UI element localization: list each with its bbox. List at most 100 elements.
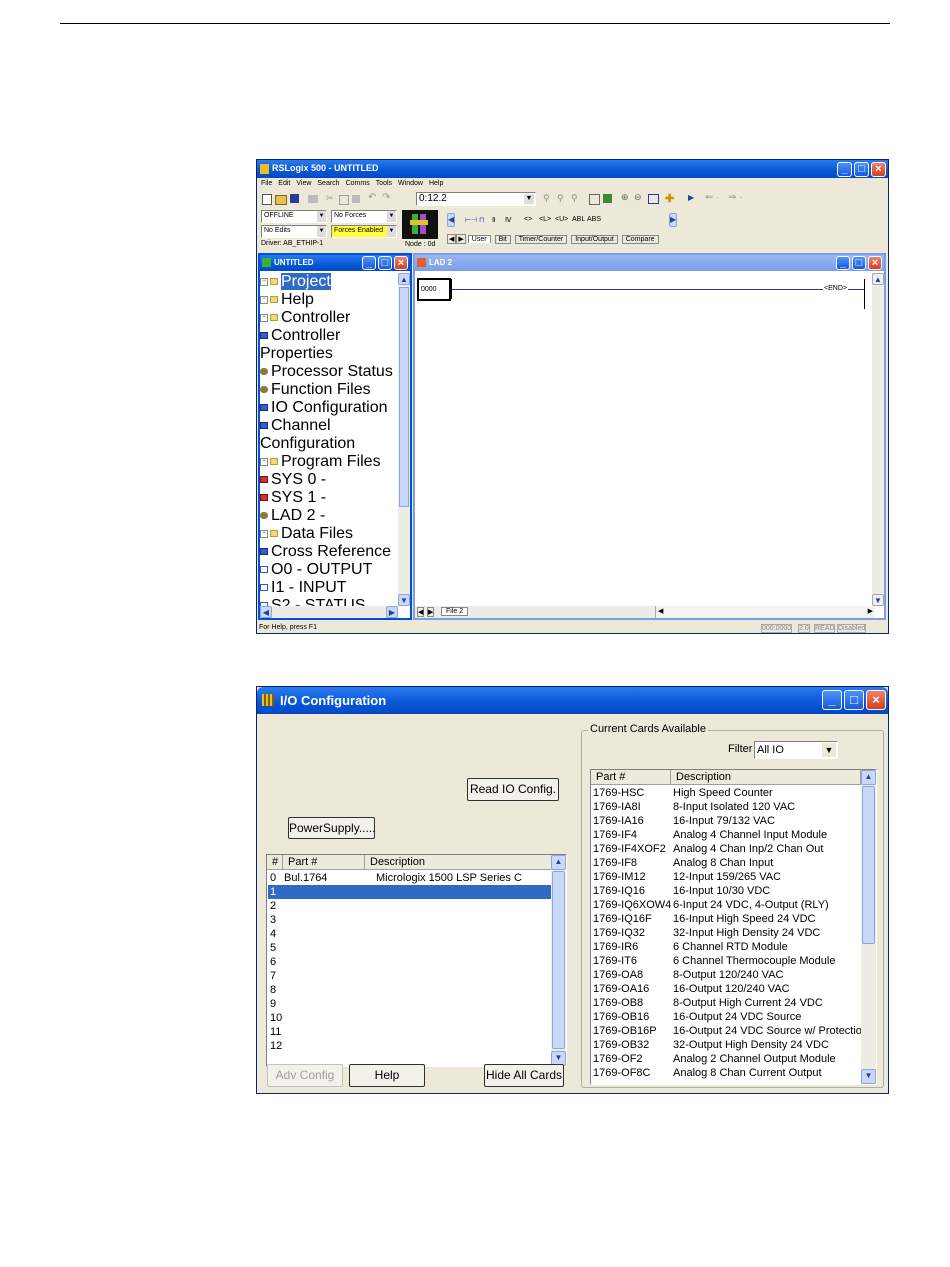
io-close-button[interactable]: × <box>866 690 886 710</box>
file-tab[interactable]: File 2 <box>441 607 469 616</box>
find-icon[interactable]: ⚲ <box>543 193 550 204</box>
processor-status-icon[interactable] <box>402 210 438 239</box>
card-row[interactable]: 1769-OB16 16-Output 24 VDC Source <box>592 1010 860 1024</box>
forward-icon[interactable]: ⇒ · <box>728 192 743 203</box>
card-row[interactable]: 1769-IA8I 8-Input Isolated 120 VAC <box>592 800 860 814</box>
tree-item[interactable]: LAD 2 - <box>260 507 398 525</box>
slot-row[interactable]: 6 <box>268 955 551 969</box>
mode-dropdown-icon[interactable]: ▼ <box>317 211 326 222</box>
lad-close-button[interactable]: × <box>868 256 882 270</box>
rslogix-titlebar[interactable]: RSLogix 500 - UNTITLED _ □ × <box>257 160 888 178</box>
undo-icon[interactable]: ↶ <box>368 192 376 203</box>
slot-header-number[interactable]: # <box>267 855 283 870</box>
scroll-right-icon[interactable]: ▶ <box>386 606 398 618</box>
project-maximize-button[interactable]: □ <box>378 256 392 270</box>
instruction-xio2[interactable]: Ⅳ <box>505 216 511 224</box>
zoom-out-icon[interactable]: ⊖ <box>634 192 642 203</box>
card-row[interactable]: 1769-IF4XOF2 Analog 4 Chan Inp/2 Chan Out <box>592 842 860 856</box>
forces-dropdown-icon[interactable]: ▼ <box>387 211 396 222</box>
card-row[interactable]: 1769-IF8 Analog 8 Chan Input <box>592 856 860 870</box>
slot-row[interactable]: 12 <box>268 1039 551 1053</box>
project-tree-vscroll[interactable]: ▲ ▼ <box>398 273 410 606</box>
slot-row[interactable]: 9 <box>268 997 551 1011</box>
slot-list-vscroll[interactable]: ▲ ▼ <box>551 855 566 1066</box>
card-row[interactable]: 1769-OA8 8-Output 120/240 VAC <box>592 968 860 982</box>
menu-search[interactable]: Search <box>317 180 339 187</box>
tree-item[interactable]: − Help <box>260 291 398 309</box>
filter-dropdown-icon[interactable]: ▼ <box>822 743 836 757</box>
print-icon[interactable] <box>308 195 318 203</box>
menu-view[interactable]: View <box>296 180 311 187</box>
tab-timer-counter[interactable]: Timer/Counter <box>514 235 568 244</box>
tree-expand-icon[interactable]: − <box>260 313 268 322</box>
instruction-abs[interactable]: ABS <box>587 216 601 223</box>
help-button[interactable]: Help <box>349 1064 425 1087</box>
tree-expand-icon[interactable]: − <box>260 529 268 538</box>
replace-icon[interactable]: ⚲ <box>571 193 578 204</box>
scroll-up-icon[interactable]: ▲ <box>398 273 410 285</box>
menu-edit[interactable]: Edit <box>278 180 290 187</box>
lad-vscroll[interactable]: ▲ ▼ <box>872 273 884 606</box>
tab-compare[interactable]: Compare <box>621 235 659 244</box>
zoom-in-icon[interactable]: ⊕ <box>621 192 629 203</box>
lad-hscroll[interactable]: ◀ ▶ <box>655 606 875 618</box>
card-row[interactable]: 1769-IQ16F 16-Input High Speed 24 VDC <box>592 912 860 926</box>
card-row[interactable]: 1769-OA16 16-Output 120/240 VAC <box>592 982 860 996</box>
verify-icon[interactable] <box>589 194 600 205</box>
mode-box[interactable]: OFFLINE ▼ <box>261 210 327 223</box>
card-row[interactable]: 1769-OF2 Analog 2 Channel Output Module <box>592 1052 860 1066</box>
card-row[interactable]: 1769-IQ32 32-Input High Density 24 VDC <box>592 926 860 940</box>
tab-user[interactable]: User <box>467 235 491 243</box>
back-icon[interactable]: ⇐ · <box>705 192 720 203</box>
add-icon[interactable]: ✚ <box>665 192 674 205</box>
slot-header-part[interactable]: Part # <box>283 855 365 870</box>
io-minimize-button[interactable]: _ <box>822 690 842 710</box>
instruction-xic[interactable]: ⊢⊣ <box>465 216 477 224</box>
menu-file[interactable]: File <box>261 180 272 187</box>
tree-item[interactable]: I1 - INPUT <box>260 579 398 597</box>
card-row[interactable]: 1769-IT6 6 Channel Thermocouple Module <box>592 954 860 968</box>
card-row[interactable]: 1769-OB8 8-Output High Current 24 VDC <box>592 996 860 1010</box>
scroll-thumb[interactable] <box>399 287 409 507</box>
tree-item[interactable]: Processor Status <box>260 363 398 381</box>
instruction-abl[interactable]: ABL <box>572 216 585 223</box>
rung-cursor[interactable]: 0000 <box>417 278 451 301</box>
tab-scroll-right[interactable]: ▶ <box>456 234 466 244</box>
save-icon[interactable] <box>290 194 299 203</box>
window-icon[interactable] <box>648 194 659 204</box>
lad-scroll-down-icon[interactable]: ▼ <box>872 594 884 606</box>
scroll-left-icon[interactable]: ◀ <box>260 606 272 618</box>
project-close-button[interactable]: × <box>394 256 408 270</box>
cut-icon[interactable]: ✂ <box>326 193 334 204</box>
slot-row[interactable]: 4 <box>268 927 551 941</box>
cards-scroll-down-icon[interactable]: ▼ <box>861 1069 876 1084</box>
slot-row[interactable]: 7 <box>268 969 551 983</box>
slot-row[interactable]: 3 <box>268 913 551 927</box>
tree-expand-icon[interactable]: − <box>260 295 268 304</box>
forces-enabled-box[interactable]: Forces Enabled ▼ <box>331 225 397 238</box>
play-icon[interactable]: ▶ <box>688 193 694 202</box>
card-row[interactable]: 1769-IQ16 16-Input 10/30 VDC <box>592 884 860 898</box>
file-tab-right[interactable]: ▶ <box>427 607 435 617</box>
tree-expand-icon[interactable]: − <box>260 457 268 466</box>
edits-box[interactable]: No Edits ▼ <box>261 225 327 238</box>
cards-header-description[interactable]: Description <box>671 770 861 785</box>
card-row[interactable]: 1769-IM12 12-Input 159/265 VAC <box>592 870 860 884</box>
lad-scroll-up-icon[interactable]: ▲ <box>872 273 884 285</box>
slot-row[interactable]: 8 <box>268 983 551 997</box>
lad-scroll-left-icon[interactable]: ◀ <box>658 607 663 615</box>
instruction-branch[interactable]: ⊓ <box>479 216 484 224</box>
card-row[interactable]: 1769-OF8C Analog 8 Chan Current Output <box>592 1066 860 1080</box>
card-row[interactable]: 1769-IA16 16-Input 79/132 VAC <box>592 814 860 828</box>
tab-scroll-left[interactable]: ◀ <box>447 234 457 244</box>
tab-bit[interactable]: Bit <box>494 235 511 244</box>
card-row[interactable]: 1769-HSC High Speed Counter <box>592 786 860 800</box>
lad-maximize-button[interactable]: □ <box>852 256 866 270</box>
verify-project-icon[interactable] <box>603 194 612 203</box>
lad-titlebar[interactable]: LAD 2 _ □ × <box>415 255 884 271</box>
card-row[interactable]: 1769-OB32 32-Output High Density 24 VDC <box>592 1038 860 1052</box>
slot-row[interactable]: 5 <box>268 941 551 955</box>
card-row[interactable]: 1769-IF4 Analog 4 Channel Input Module <box>592 828 860 842</box>
maximize-button[interactable]: □ <box>854 162 869 177</box>
power-supply-button[interactable]: PowerSupply..... <box>288 817 375 839</box>
